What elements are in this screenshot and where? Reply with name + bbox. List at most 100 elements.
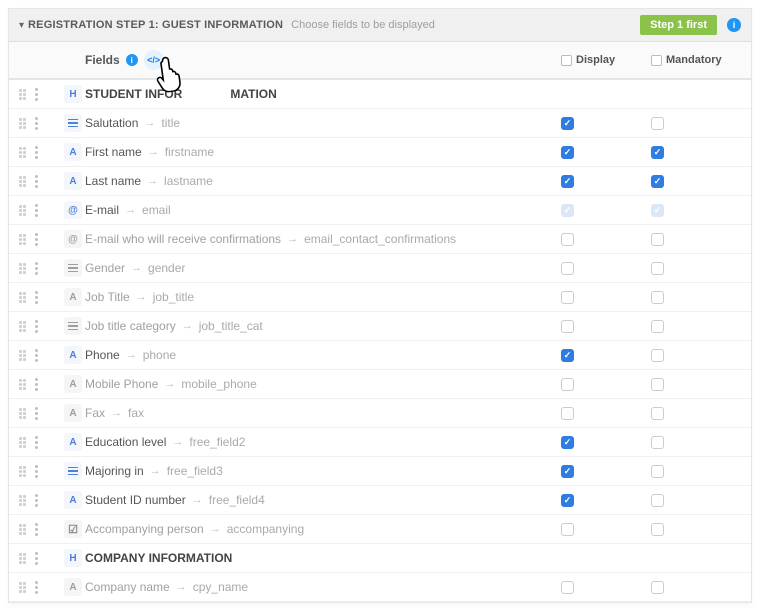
drag-handle-icon[interactable] xyxy=(19,553,27,564)
checkbox[interactable] xyxy=(561,291,574,304)
arrow-icon: → xyxy=(142,117,157,129)
checkbox[interactable] xyxy=(651,407,664,420)
arrow-icon: → xyxy=(124,349,139,361)
row-menu-icon[interactable] xyxy=(35,349,38,362)
field-row: Accompanying person→accompanying xyxy=(9,515,751,544)
info-icon[interactable]: i xyxy=(727,18,741,32)
field-label: Last name→lastname xyxy=(85,174,561,188)
checkbox[interactable] xyxy=(561,320,574,333)
checkbox[interactable] xyxy=(561,262,574,275)
field-key: accompanying xyxy=(227,522,304,536)
drag-handle-icon[interactable] xyxy=(19,292,27,303)
field-type-icon xyxy=(64,317,82,335)
field-label: E-mail→email xyxy=(85,203,561,217)
display-header-checkbox[interactable] xyxy=(561,55,572,66)
field-label: Fax→fax xyxy=(85,406,561,420)
field-row: APhone→phone xyxy=(9,341,751,370)
row-menu-icon[interactable] xyxy=(35,436,38,449)
field-key: free_field3 xyxy=(167,464,223,478)
mandatory-header-checkbox[interactable] xyxy=(651,55,662,66)
checkbox[interactable] xyxy=(651,465,664,478)
field-key: gender xyxy=(148,261,185,275)
checkbox[interactable] xyxy=(561,407,574,420)
row-menu-icon[interactable] xyxy=(35,378,38,391)
checkbox[interactable] xyxy=(651,523,664,536)
arrow-icon: → xyxy=(180,320,195,332)
row-menu-icon[interactable] xyxy=(35,552,38,565)
checkbox[interactable] xyxy=(651,320,664,333)
field-label: E-mail who will receive confirmations→em… xyxy=(85,232,561,246)
drag-handle-icon[interactable] xyxy=(19,408,27,419)
collapse-caret-icon[interactable]: ▾ xyxy=(19,20,24,31)
drag-handle-icon[interactable] xyxy=(19,524,27,535)
checkbox[interactable] xyxy=(651,117,664,130)
drag-handle-icon[interactable] xyxy=(19,118,27,129)
field-type-icon: A xyxy=(64,172,82,190)
checkbox[interactable] xyxy=(561,349,574,362)
row-menu-icon[interactable] xyxy=(35,175,38,188)
row-menu-icon[interactable] xyxy=(35,146,38,159)
field-row: AFirst name→firstname xyxy=(9,138,751,167)
row-menu-icon[interactable] xyxy=(35,233,38,246)
checkbox[interactable] xyxy=(561,378,574,391)
checkbox[interactable] xyxy=(561,494,574,507)
row-menu-icon[interactable] xyxy=(35,117,38,130)
row-menu-icon[interactable] xyxy=(35,320,38,333)
row-menu-icon[interactable] xyxy=(35,88,38,101)
checkbox[interactable] xyxy=(651,494,664,507)
field-type-icon: A xyxy=(64,433,82,451)
checkbox[interactable] xyxy=(651,436,664,449)
checkbox[interactable] xyxy=(651,233,664,246)
checkbox[interactable] xyxy=(561,175,574,188)
row-menu-icon[interactable] xyxy=(35,494,38,507)
row-menu-icon[interactable] xyxy=(35,204,38,217)
drag-handle-icon[interactable] xyxy=(19,147,27,158)
drag-handle-icon[interactable] xyxy=(19,466,27,477)
drag-handle-icon[interactable] xyxy=(19,379,27,390)
drag-handle-icon[interactable] xyxy=(19,495,27,506)
checkbox[interactable] xyxy=(651,146,664,159)
checkbox[interactable] xyxy=(651,581,664,594)
row-menu-icon[interactable] xyxy=(35,465,38,478)
checkbox[interactable] xyxy=(561,146,574,159)
code-view-toggle[interactable]: </> xyxy=(144,50,164,70)
field-row: AMobile Phone→mobile_phone xyxy=(9,370,751,399)
drag-handle-icon[interactable] xyxy=(19,205,27,216)
row-menu-icon[interactable] xyxy=(35,523,38,536)
drag-handle-icon[interactable] xyxy=(19,437,27,448)
checkbox[interactable] xyxy=(651,291,664,304)
checkbox[interactable] xyxy=(651,175,664,188)
arrow-icon: → xyxy=(162,378,177,390)
step-first-button[interactable]: Step 1 first xyxy=(640,15,717,35)
section-header-row: HSTUDENT INFORMATION xyxy=(9,80,751,109)
checkbox[interactable] xyxy=(651,262,664,275)
field-type-icon: A xyxy=(64,491,82,509)
drag-handle-icon[interactable] xyxy=(19,89,27,100)
checkbox[interactable] xyxy=(561,581,574,594)
drag-handle-icon[interactable] xyxy=(19,263,27,274)
row-menu-icon[interactable] xyxy=(35,262,38,275)
checkbox[interactable] xyxy=(651,378,664,391)
field-label: Job title category→job_title_cat xyxy=(85,319,561,333)
checkbox[interactable] xyxy=(561,233,574,246)
field-label: Education level→free_field2 xyxy=(85,435,561,449)
row-menu-icon[interactable] xyxy=(35,407,38,420)
row-menu-icon[interactable] xyxy=(35,581,38,594)
field-type-icon: H xyxy=(64,85,82,103)
checkbox[interactable] xyxy=(561,117,574,130)
field-key: email_contact_confirmations xyxy=(304,232,456,246)
fields-info-icon[interactable]: i xyxy=(126,54,138,66)
drag-handle-icon[interactable] xyxy=(19,321,27,332)
checkbox[interactable] xyxy=(561,436,574,449)
panel-header: ▾ REGISTRATION STEP 1: GUEST INFORMATION… xyxy=(9,9,751,42)
field-key: cpy_name xyxy=(193,580,248,594)
arrow-icon: → xyxy=(123,204,138,216)
drag-handle-icon[interactable] xyxy=(19,176,27,187)
row-menu-icon[interactable] xyxy=(35,291,38,304)
drag-handle-icon[interactable] xyxy=(19,582,27,593)
checkbox[interactable] xyxy=(561,465,574,478)
drag-handle-icon[interactable] xyxy=(19,350,27,361)
checkbox[interactable] xyxy=(651,349,664,362)
drag-handle-icon[interactable] xyxy=(19,234,27,245)
checkbox[interactable] xyxy=(561,523,574,536)
